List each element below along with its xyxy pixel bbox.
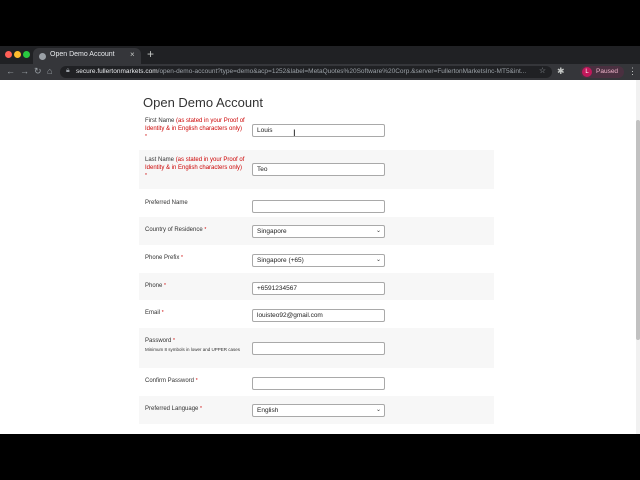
language-select-value: English (257, 407, 279, 414)
home-icon[interactable]: ⌂ (47, 66, 52, 76)
browser-toolbar: ← → ↻ ⌂ 🔒︎ secure.fullertonmarkets.com/o… (0, 64, 640, 80)
email-label-text: Email (145, 310, 161, 316)
profile-status: Paused (596, 68, 619, 75)
country-select-value: Singapore (257, 228, 287, 235)
phone-prefix-label-text: Phone Prefix (145, 255, 180, 261)
country-label: Country of Residence * (145, 226, 245, 234)
confirm-password-label: Confirm Password * (145, 377, 245, 385)
required-mark: * (161, 310, 164, 316)
maximize-window-button[interactable] (23, 51, 30, 58)
page-title: Open Demo Account (143, 95, 263, 110)
confirm-password-input[interactable] (252, 377, 385, 390)
phone-label-text: Phone (145, 283, 163, 289)
profile-button[interactable]: L Paused (580, 66, 624, 78)
first-name-label: First Name (as stated in your Proof of I… (145, 117, 245, 141)
required-mark: * (200, 406, 202, 412)
avatar: L (582, 67, 592, 77)
lock-icon[interactable]: 🔒︎ (66, 67, 70, 75)
bookmark-star-icon[interactable]: ☆ (539, 66, 546, 75)
url-host: secure.fullertonmarkets.com (76, 68, 158, 75)
phone-prefix-label: Phone Prefix * (145, 254, 245, 262)
tab-close-icon[interactable]: × (130, 50, 135, 59)
address-bar[interactable]: 🔒︎ secure.fullertonmarkets.com/open-demo… (60, 66, 552, 78)
row-phone: Phone * +6591234567 (139, 273, 494, 300)
row-email: Email * louisteo92@gmail.com (139, 300, 494, 328)
required-mark: * (204, 227, 207, 233)
tab-title: Open Demo Account (50, 51, 115, 58)
url-text: secure.fullertonmarkets.com/open-demo-ac… (76, 68, 532, 75)
email-label: Email * (145, 309, 245, 317)
preferred-name-label: Preferred Name (145, 200, 188, 206)
country-label-text: Country of Residence (145, 227, 203, 233)
browser-window: Open Demo Account × + ← → ↻ ⌂ 🔒︎ secure.… (0, 46, 640, 434)
reload-icon[interactable]: ↻ (34, 66, 42, 77)
confirm-password-label-text: Confirm Password (145, 378, 195, 384)
language-select[interactable]: English ⌄ (252, 404, 385, 417)
phone-label: Phone * (145, 282, 245, 290)
required-mark: * (195, 378, 198, 384)
close-window-button[interactable] (5, 51, 12, 58)
row-password: Password * Minimum 8 symbols in lower and… (139, 328, 494, 368)
page-content: Open Demo Account First Name (as stated … (0, 80, 640, 434)
required-mark: * (145, 173, 147, 179)
favicon-icon (39, 53, 46, 60)
screen: Open Demo Account × + ← → ↻ ⌂ 🔒︎ secure.… (0, 0, 640, 480)
row-first-name: First Name (as stated in your Proof of I… (139, 114, 494, 150)
back-arrow-icon[interactable]: ← (6, 66, 15, 76)
password-label: Password * Minimum 8 symbols in lower and… (145, 337, 245, 353)
preferred-name-input[interactable] (252, 200, 385, 213)
url-path: /open-demo-account?type=demo&acp=1252&la… (157, 68, 527, 75)
phone-prefix-select-value: Singapore (+65) (257, 257, 304, 264)
password-hint: Minimum 8 symbols in lower and UPPER cas… (145, 347, 241, 352)
phone-input[interactable]: +6591234567 (252, 282, 385, 295)
phone-prefix-select[interactable]: Singapore (+65) ⌄ (252, 254, 385, 267)
chevron-down-icon: ⌄ (375, 407, 381, 413)
row-last-name: Last Name (as stated in your Proof of Id… (139, 150, 494, 189)
row-country: Country of Residence * Singapore ⌄ (139, 217, 494, 245)
language-label: Preferred Language * (145, 405, 245, 413)
last-name-input[interactable]: Teo (252, 163, 385, 176)
required-mark: * (181, 255, 183, 261)
last-name-label: Last Name (as stated in your Proof of Id… (145, 156, 245, 180)
chevron-down-icon: ⌄ (375, 257, 381, 263)
row-confirm-password: Confirm Password * (139, 368, 494, 396)
row-preferred-name: Preferred Name (139, 189, 494, 217)
row-phone-prefix: Phone Prefix * Singapore (+65) ⌄ (139, 245, 494, 273)
last-name-label-text: Last Name (145, 157, 175, 163)
page-scrollbar[interactable] (636, 80, 640, 434)
minimize-window-button[interactable] (14, 51, 21, 58)
forward-arrow-icon[interactable]: → (20, 66, 29, 76)
required-mark: * (173, 338, 175, 344)
required-mark: * (164, 283, 166, 289)
password-label-text: Password (145, 338, 172, 344)
language-label-text: Preferred Language (145, 406, 199, 412)
extensions-puzzle-icon[interactable]: ✱ (557, 66, 565, 77)
email-input[interactable]: louisteo92@gmail.com (252, 309, 385, 322)
first-name-input[interactable]: Louis (252, 124, 385, 137)
first-name-label-text: First Name (145, 118, 175, 124)
new-tab-icon[interactable]: + (147, 47, 154, 61)
scrollbar-thumb[interactable] (636, 120, 640, 340)
required-mark: * (145, 134, 147, 140)
tab-open-demo-account[interactable]: Open Demo Account × (33, 48, 141, 64)
password-input[interactable] (252, 342, 385, 355)
row-language: Preferred Language * English ⌄ (139, 396, 494, 424)
country-select[interactable]: Singapore ⌄ (252, 225, 385, 238)
tab-bar: Open Demo Account × + (0, 46, 640, 64)
text-cursor-icon: I (293, 129, 296, 139)
menu-dots-icon[interactable]: ⋮ (628, 66, 637, 77)
chevron-down-icon: ⌄ (375, 228, 381, 234)
